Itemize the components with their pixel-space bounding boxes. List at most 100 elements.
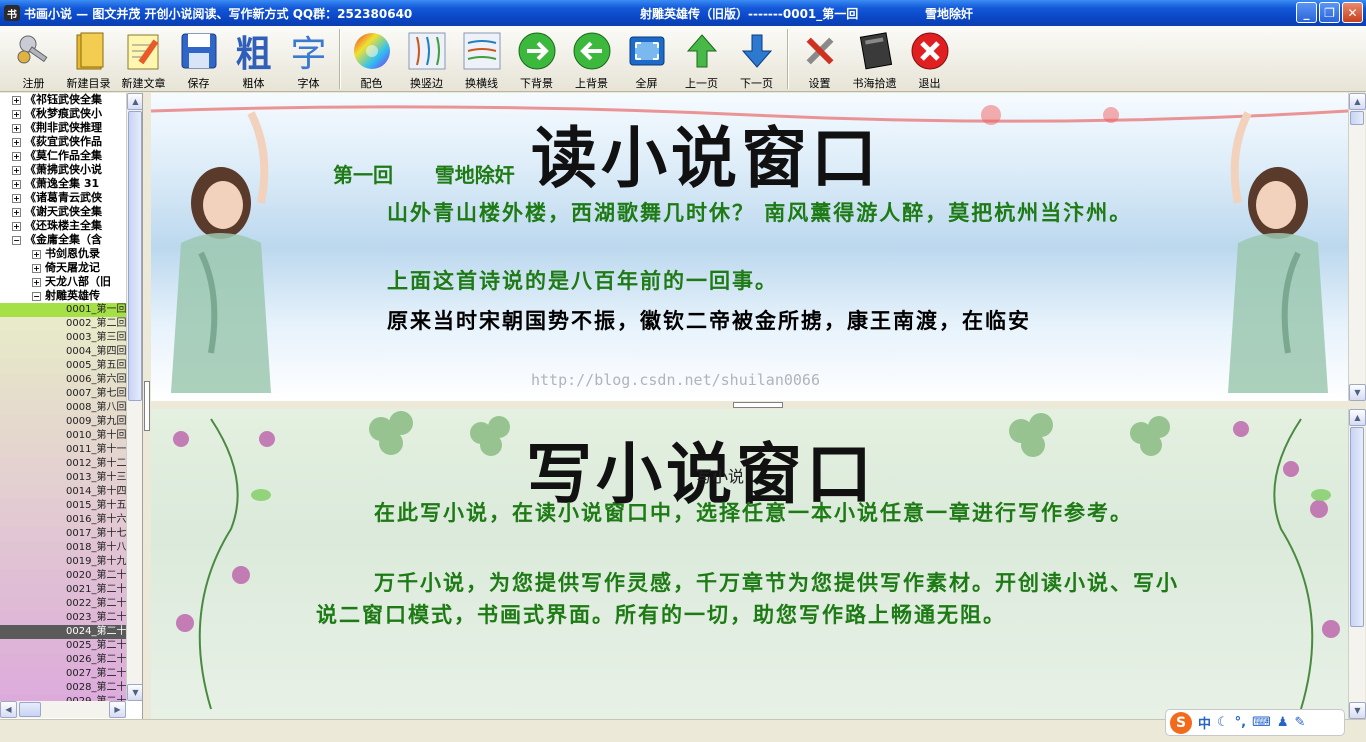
tree-chapter-item[interactable]: 0024_第二十 [0,625,126,639]
collapse-icon[interactable]: − [12,235,21,245]
tree-collection-item[interactable]: + 《萧逸全集 31 [0,177,126,191]
hscroll-thumb[interactable] [19,702,41,717]
scroll-right-icon[interactable]: ▶ [109,701,126,718]
tree-collection-item[interactable]: + 《荆非武侠推理 [0,121,126,135]
write-paragraph[interactable]: 在此写小说，在读小说窗口中，选择任意一本小说任意一章进行写作参考。 [316,497,1186,529]
tree-chapter-item[interactable]: 0012_第十二 [0,457,126,471]
save-button[interactable]: 保存 [171,29,226,91]
user-icon[interactable]: ♟ [1277,715,1289,730]
tree-chapter-item[interactable]: 0005_第五回 [0,359,126,373]
wrench-icon[interactable]: ✎ [1295,715,1306,730]
scroll-up-icon[interactable]: ▲ [127,93,142,110]
vertical-splitter[interactable] [143,93,151,719]
previous-page-button[interactable]: 上一页 [674,29,729,91]
new-article-button[interactable]: 新建文章 [116,29,171,91]
tree-chapter-item[interactable]: 0017_第十七 [0,527,126,541]
write-window[interactable]: 写小说窗口 写小说 在此写小说，在读小说窗口中，选择任意一本小说任意一章进行写作… [151,409,1348,719]
tree-chapter-item[interactable]: 0016_第十六 [0,513,126,527]
tree-chapter-item[interactable]: 0003_第三回 [0,331,126,345]
splitter-grip[interactable] [733,402,783,408]
tree-list[interactable]: + 《祁钰武侠全集 + 《秋梦痕武侠小 + 《荆非武侠推理 + 《荻宜武侠作品 + 《莫仁作品全集… [0,93,126,701]
exit-button[interactable]: 退出 [902,29,957,91]
tree-collection-item[interactable]: + 《还珠楼主全集 [0,219,126,233]
tree-collection-item[interactable]: + 《祁钰武侠全集 [0,93,126,107]
expand-icon[interactable]: + [12,95,21,105]
fullscreen-button[interactable]: 全屏 [619,29,674,91]
scroll-left-icon[interactable]: ◀ [0,701,17,718]
tree-chapter-item[interactable]: 0023_第二十 [0,611,126,625]
tree-collection-item[interactable]: − 《金庸全集（含 [0,233,126,247]
tree-chapter-item[interactable]: 0028_第二十 [0,681,126,695]
read-window[interactable]: 读小说窗口 第一回 雪地除奸 山外青山楼外楼，西湖歌舞几时休？ 南风薰得游人醉，… [151,93,1348,401]
collapse-icon[interactable]: − [32,291,41,301]
scroll-thumb[interactable] [1350,111,1364,125]
app-icon[interactable]: 书 [4,5,20,21]
expand-icon[interactable]: + [12,165,21,175]
tree-collection-item[interactable]: + 《萧拂武侠小说 [0,163,126,177]
bold-button[interactable]: 粗 粗体 [226,29,281,91]
next-background-button[interactable]: 下背景 [509,29,564,91]
previous-background-button[interactable]: 上背景 [564,29,619,91]
expand-icon[interactable]: + [12,193,21,203]
tree-chapter-item[interactable]: 0026_第二十 [0,653,126,667]
keyboard-icon[interactable]: ⌨ [1252,715,1271,730]
next-page-button[interactable]: 下一页 [729,29,784,91]
color-scheme-button[interactable]: 配色 [344,29,399,91]
book-sea-button[interactable]: 书海拾遗 [847,29,902,91]
tree-chapter-item[interactable]: 0025_第二十 [0,639,126,653]
tree-chapter-item[interactable]: 0018_第十八 [0,541,126,555]
tree-book-item[interactable]: − 射雕英雄传 [0,289,126,303]
settings-button[interactable]: 设置 [792,29,847,91]
scroll-thumb[interactable] [1350,427,1364,627]
punctuation-icon[interactable]: °, [1235,715,1246,730]
expand-icon[interactable]: + [32,249,41,259]
tree-chapter-item[interactable]: 0010_第十回 [0,429,126,443]
expand-icon[interactable]: + [12,151,21,161]
tree-book-item[interactable]: + 书剑恩仇录 [0,247,126,261]
moon-icon[interactable]: ☾ [1217,715,1229,730]
write-vertical-scrollbar[interactable]: ▲ ▼ [1348,409,1366,719]
expand-icon[interactable]: + [12,137,21,147]
tree-chapter-item[interactable]: 0001_第一回 [0,303,126,317]
expand-icon[interactable]: + [12,221,21,231]
write-paragraph[interactable]: 万千小说，为您提供写作灵感，千万章节为您提供写作素材。开创读小说、写小说二窗口模… [316,567,1186,631]
tree-book-item[interactable]: + 倚天屠龙记 [0,261,126,275]
scroll-down-icon[interactable]: ▼ [127,684,142,701]
tree-chapter-item[interactable]: 0009_第九回 [0,415,126,429]
tree-collection-item[interactable]: + 《谢天武侠全集 [0,205,126,219]
scroll-up-icon[interactable]: ▲ [1349,93,1366,110]
tree-collection-item[interactable]: + 《诸葛青云武侠 [0,191,126,205]
restore-button[interactable]: ❐ [1319,2,1340,23]
splitter-grip[interactable] [144,381,150,431]
register-button[interactable]: 注册 [6,29,61,91]
expand-icon[interactable]: + [32,263,41,273]
scroll-thumb[interactable] [128,111,142,401]
tree-vertical-scrollbar[interactable]: ▲ ▼ [126,93,142,701]
book-tree[interactable]: + 《祁钰武侠全集 + 《秋梦痕武侠小 + 《荆非武侠推理 + 《荻宜武侠作品 + 《莫仁作品全集… [0,93,143,719]
horizontal-splitter[interactable] [151,401,1365,409]
tree-chapter-item[interactable]: 0015_第十五 [0,499,126,513]
tree-chapter-item[interactable]: 0014_第十四 [0,485,126,499]
tree-chapter-item[interactable]: 0019_第十九 [0,555,126,569]
change-vertical-border-button[interactable]: 换竖边 [399,29,454,91]
sogou-logo-icon[interactable]: S [1170,711,1192,734]
scroll-down-icon[interactable]: ▼ [1349,702,1366,719]
tree-chapter-item[interactable]: 0011_第十一 [0,443,126,457]
tree-chapter-item[interactable]: 0004_第四回 [0,345,126,359]
tree-book-item[interactable]: + 天龙八部（旧 [0,275,126,289]
tree-collection-item[interactable]: + 《荻宜武侠作品 [0,135,126,149]
scroll-down-icon[interactable]: ▼ [1349,384,1366,401]
tree-chapter-item[interactable]: 0008_第八回 [0,401,126,415]
change-horizontal-line-button[interactable]: 换横线 [454,29,509,91]
expand-icon[interactable]: + [12,207,21,217]
tree-chapter-item[interactable]: 0022_第二十 [0,597,126,611]
ime-mode-toggle[interactable]: 中 [1198,713,1211,732]
scroll-up-icon[interactable]: ▲ [1349,409,1366,426]
new-directory-button[interactable]: 新建目录 [61,29,116,91]
expand-icon[interactable]: + [32,277,41,287]
expand-icon[interactable]: + [12,179,21,189]
minimize-button[interactable]: _ [1296,2,1317,23]
ime-toolbar[interactable]: S 中 ☾ °, ⌨ ♟ ✎ [1165,709,1345,736]
tree-chapter-item[interactable]: 0021_第二十 [0,583,126,597]
expand-icon[interactable]: + [12,109,21,119]
